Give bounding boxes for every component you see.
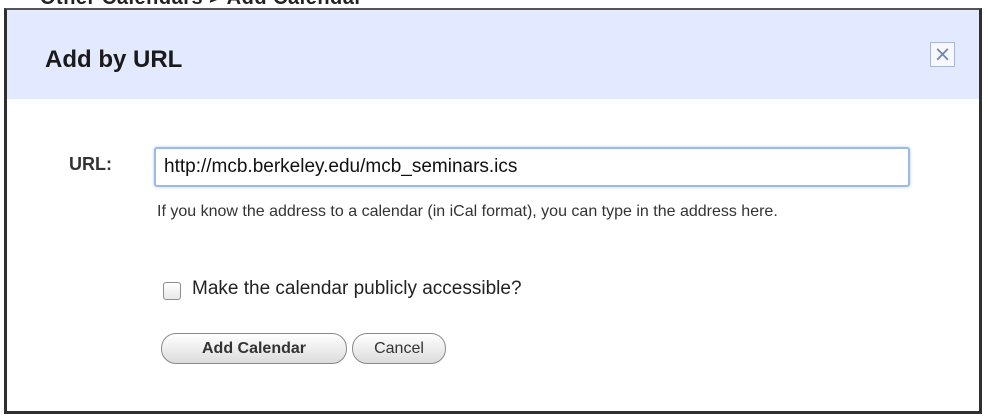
public-accessibility-checkbox[interactable] xyxy=(163,282,181,300)
close-icon[interactable]: × xyxy=(934,44,952,65)
public-accessibility-label[interactable]: Make the calendar publicly accessible? xyxy=(192,278,522,300)
close-button[interactable]: × xyxy=(930,42,955,67)
previous-content-strip: Other Calendars > Add Calendar xyxy=(0,0,990,8)
add-calendar-button[interactable]: Add Calendar xyxy=(161,333,347,364)
top-partial-text: Other Calendars > Add Calendar xyxy=(40,0,363,8)
add-by-url-dialog: Add by URL × URL: If you know the addres… xyxy=(4,8,982,414)
cancel-button[interactable]: Cancel xyxy=(352,333,446,364)
url-help-text: If you know the address to a calendar (i… xyxy=(157,203,778,220)
page: Other Calendars > Add Calendar Add by UR… xyxy=(0,0,990,416)
url-input[interactable] xyxy=(154,147,910,187)
dialog-title: Add by URL xyxy=(45,46,183,73)
url-label: URL: xyxy=(69,154,112,174)
dialog-header: Add by URL × xyxy=(7,10,979,99)
